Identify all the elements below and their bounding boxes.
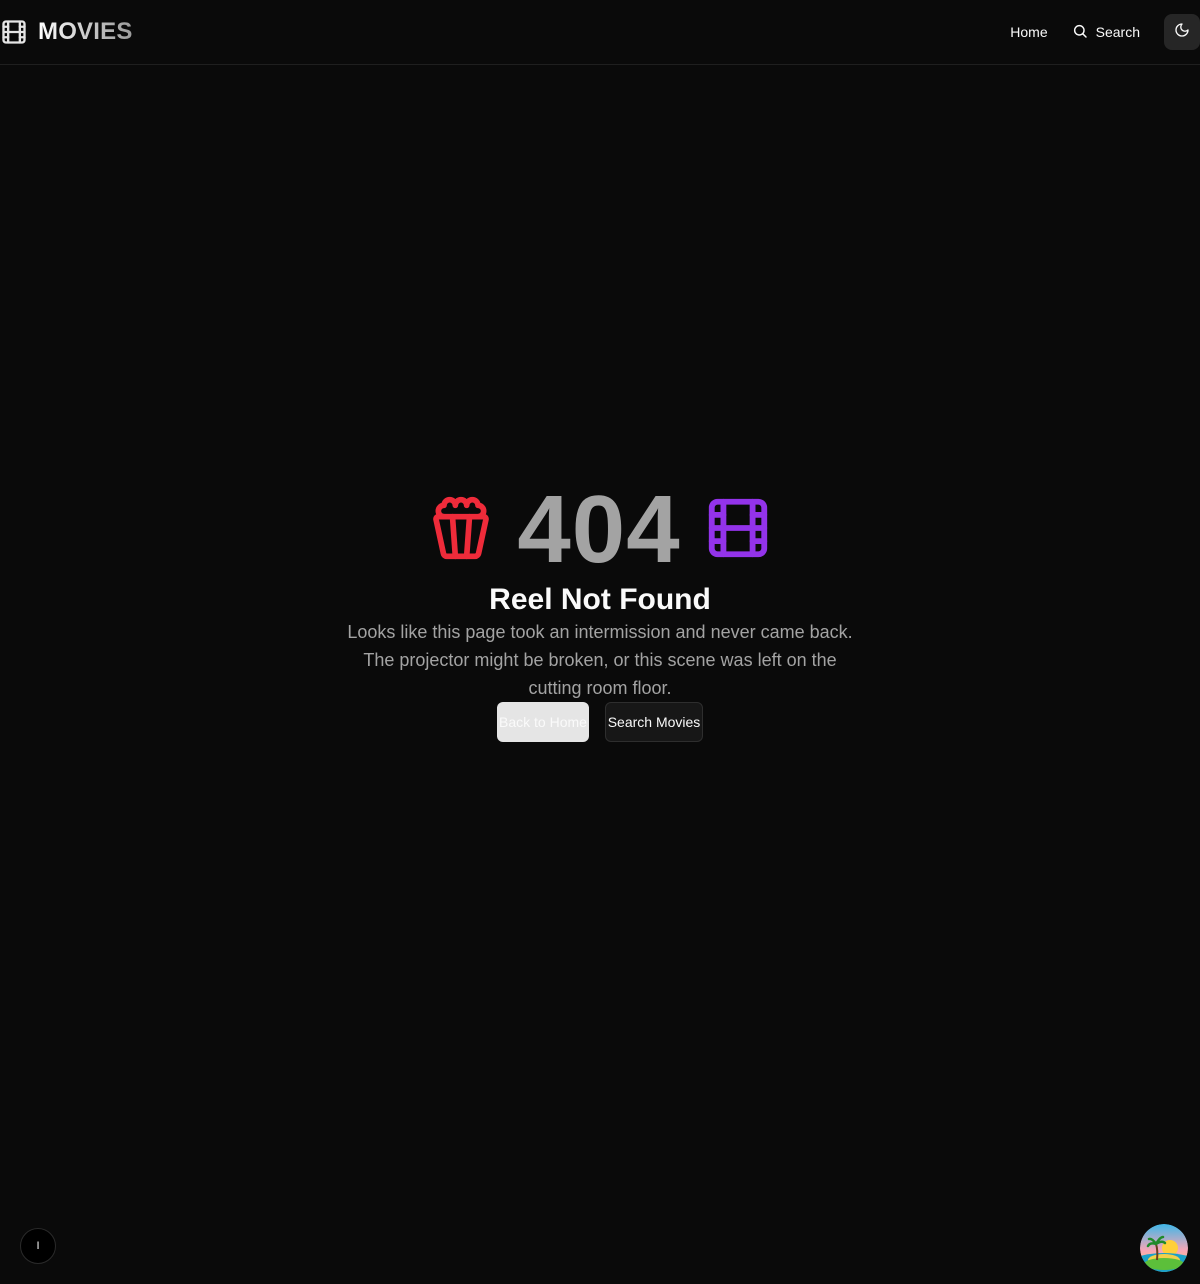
brand-logo-link[interactable]: MOVIES [0,16,133,48]
film-icon [703,493,773,568]
theme-toggle-button[interactable] [1164,14,1200,50]
site-header: MOVIES Home Search [0,0,1200,65]
main-content: 404 Reel Not Found Looks like this page … [0,65,1200,1284]
floating-circle-button[interactable]: I [20,1228,56,1264]
error-code-row: 404 [427,478,772,582]
search-movies-button[interactable]: Search Movies [605,702,703,742]
brand-name: MOVIES [38,18,133,45]
error-code: 404 [517,476,681,583]
nav-home-link[interactable]: Home [1010,24,1047,40]
not-found-section: 404 Reel Not Found Looks like this page … [0,478,1200,742]
main-nav: Home Search [1010,14,1200,50]
error-description: Looks like this page took an intermissio… [347,622,853,698]
film-icon [0,18,28,46]
floating-button-label: I [36,1240,40,1252]
nav-search-link[interactable]: Search [1072,23,1140,42]
error-actions: Back to Home Search Movies [497,702,703,742]
back-to-home-button[interactable]: Back to Home [497,702,589,742]
nav-search-label: Search [1095,24,1140,40]
moon-icon [1174,22,1190,43]
search-icon [1072,23,1088,42]
page-title: Reel Not Found [489,583,711,616]
popcorn-icon [427,490,495,571]
island-sunset-avatar[interactable] [1140,1224,1188,1272]
